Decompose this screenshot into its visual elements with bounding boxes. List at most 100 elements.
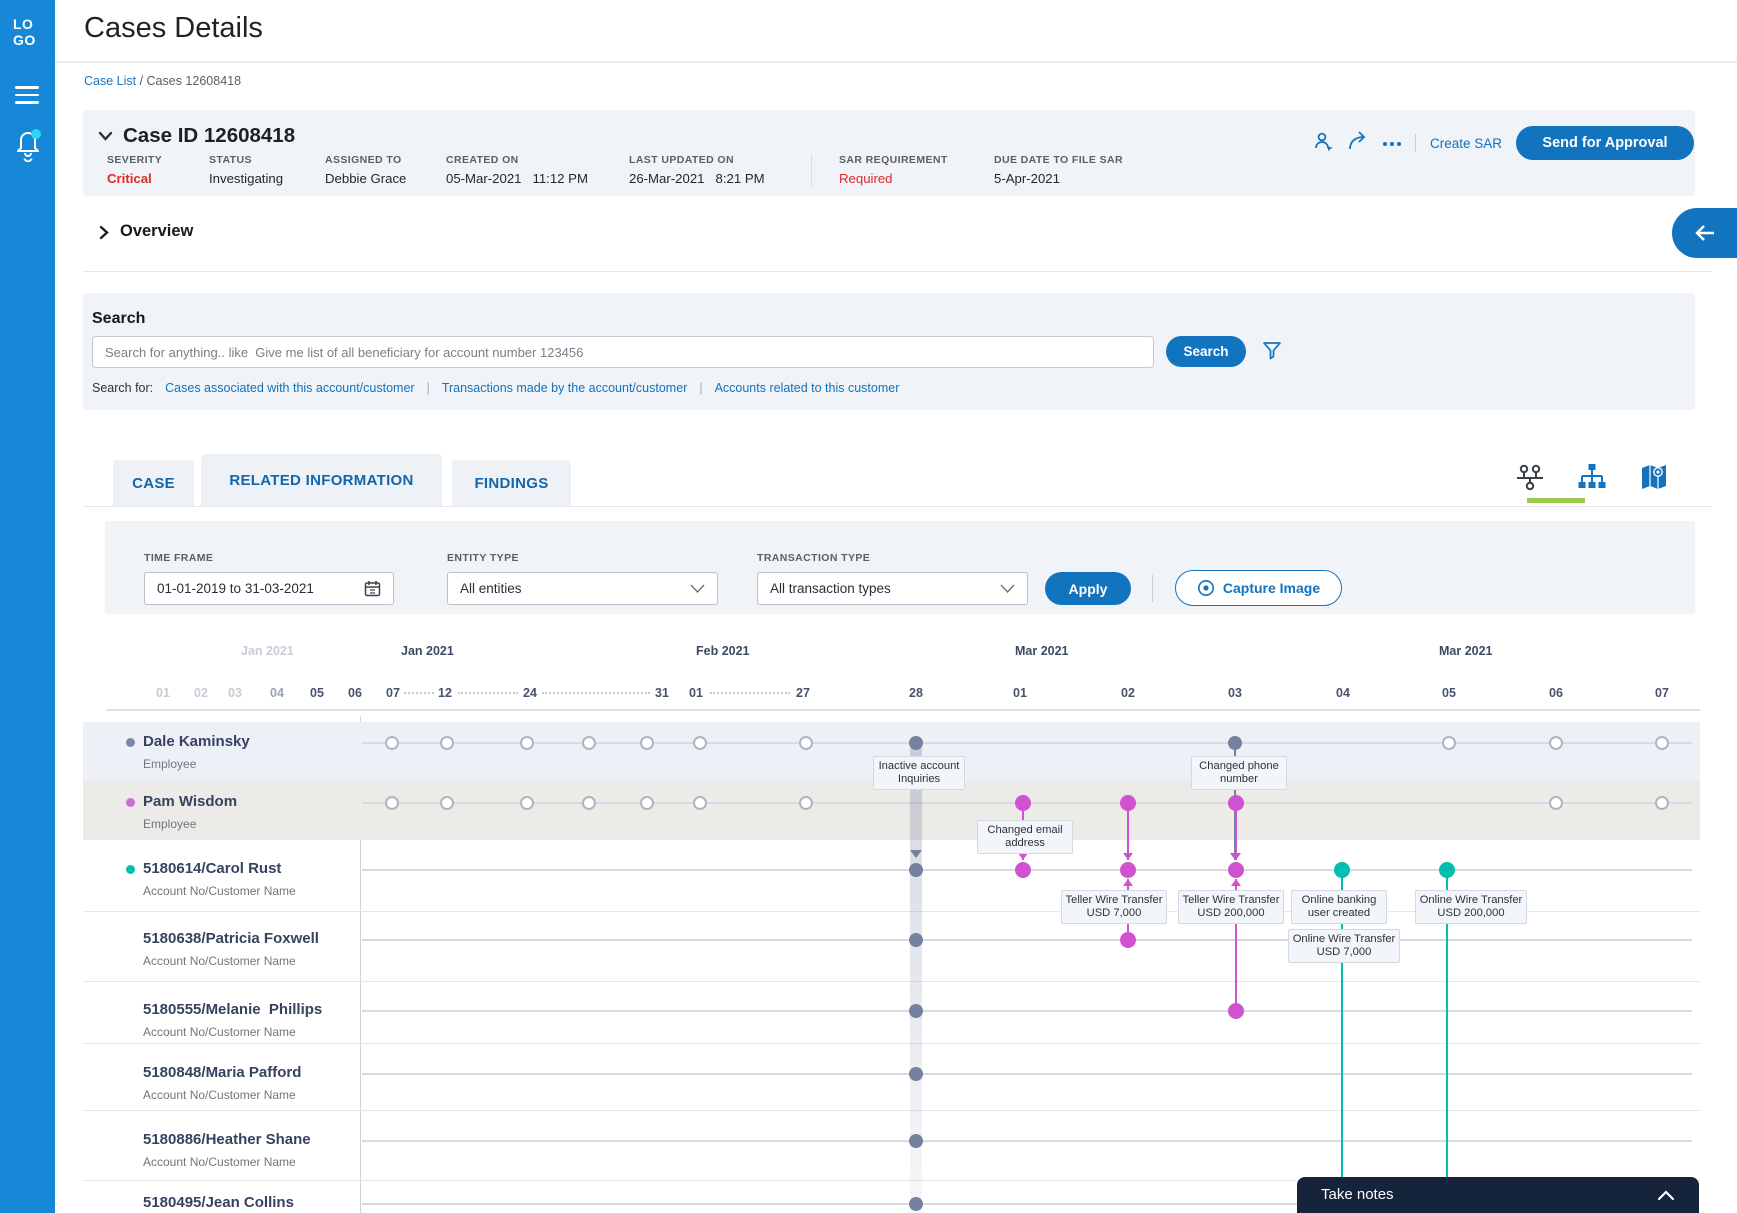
timeline-event-dot[interactable] (1334, 862, 1350, 878)
timeline-marker[interactable] (1655, 736, 1669, 750)
search-button[interactable]: Search (1166, 336, 1246, 367)
timeline-marker[interactable] (385, 736, 399, 750)
entity-name[interactable]: 5180638/Patricia Foxwell (143, 930, 319, 947)
search-link[interactable]: Cases associated with this account/custo… (165, 381, 414, 395)
timeline-event-label: Online Wire Transfer USD 7,000 (1288, 929, 1400, 963)
timeline-marker[interactable] (520, 736, 534, 750)
tab-related-information[interactable]: RELATED INFORMATION (201, 454, 442, 506)
case-field-value: Required (839, 171, 994, 186)
timeline-marker[interactable] (582, 796, 596, 810)
case-field: SAR REQUIREMENT Required (811, 154, 994, 186)
timeline-event-dot[interactable] (909, 1004, 923, 1018)
entity-type-select[interactable]: All entities (447, 572, 718, 605)
timeline-marker[interactable] (1442, 736, 1456, 750)
calendar-icon (364, 580, 381, 597)
app-logo[interactable]: LO GO (13, 16, 36, 48)
timeline-event-dot[interactable] (909, 1197, 923, 1211)
share-icon[interactable] (1341, 131, 1375, 156)
timeline-marker[interactable] (385, 796, 399, 810)
timeline-marker[interactable] (1549, 796, 1563, 810)
event-connector-line (1446, 875, 1448, 1213)
search-for-prefix: Search for: (92, 381, 153, 395)
timeline-event-dot[interactable] (1228, 862, 1244, 878)
case-field: SEVERITYCritical (107, 154, 209, 186)
timeline-event-dot[interactable] (1228, 1003, 1244, 1019)
entity-subtitle: Account No/Customer Name (143, 884, 296, 898)
timeline-marker[interactable] (640, 796, 654, 810)
entity-name[interactable]: 5180848/Maria Pafford (143, 1064, 301, 1081)
timeline-marker[interactable] (693, 796, 707, 810)
timeline-marker[interactable] (582, 736, 596, 750)
timeline-event-dot[interactable] (909, 1067, 923, 1081)
apply-button[interactable]: Apply (1045, 572, 1131, 605)
entity-name[interactable]: 5180614/Carol Rust (143, 860, 281, 877)
case-id-title: Case ID 12608418 (123, 124, 295, 148)
search-link[interactable]: Accounts related to this customer (715, 381, 900, 395)
entity-name[interactable]: Dale Kaminsky (143, 733, 250, 750)
timeline-view-icon[interactable] (1499, 461, 1561, 493)
timeline-event-dot[interactable] (1120, 932, 1136, 948)
tab-findings[interactable]: FINDINGS (452, 460, 571, 506)
axis-dotted-segment (710, 692, 790, 694)
breadcrumb-case-list-link[interactable]: Case List (84, 74, 136, 88)
hierarchy-view-icon[interactable] (1561, 461, 1623, 493)
capture-image-button[interactable]: Capture Image (1175, 570, 1342, 606)
timeline-event-dot[interactable] (1439, 862, 1455, 878)
time-frame-field[interactable]: 01-01-2019 to 31-03-2021 (144, 572, 394, 605)
timeline-marker[interactable] (693, 736, 707, 750)
arrow-down-icon (910, 850, 922, 858)
timeline-marker[interactable] (799, 796, 813, 810)
take-notes-bar[interactable]: Take notes (1297, 1177, 1699, 1213)
map-view-icon[interactable] (1623, 461, 1685, 493)
timeline-marker[interactable] (440, 736, 454, 750)
search-input[interactable] (92, 336, 1154, 368)
entity-subtitle: Account No/Customer Name (143, 1025, 296, 1039)
entity-name[interactable]: Pam Wisdom (143, 793, 237, 810)
timeline-event-dot[interactable] (909, 1134, 923, 1148)
case-field-label: SAR REQUIREMENT (839, 154, 994, 166)
create-sar-link[interactable]: Create SAR (1430, 136, 1502, 151)
transaction-type-select[interactable]: All transaction types (757, 572, 1028, 605)
expand-chevron-icon[interactable] (99, 225, 109, 240)
timeline-event-dot[interactable] (1120, 795, 1136, 811)
search-link[interactable]: Transactions made by the account/custome… (442, 381, 688, 395)
case-field-label: ASSIGNED TO (325, 154, 446, 166)
notifications-bell-icon[interactable] (12, 122, 44, 162)
timeline-event-dot[interactable] (1228, 736, 1242, 750)
case-field: CREATED ON05-Mar-2021 11:12 PM (446, 154, 629, 186)
timeline-marker[interactable] (1655, 796, 1669, 810)
send-for-approval-button[interactable]: Send for Approval (1516, 126, 1694, 160)
filter-funnel-icon[interactable] (1262, 341, 1282, 365)
timeline-marker[interactable] (440, 796, 454, 810)
timeline-event-dot[interactable] (1015, 795, 1031, 811)
collapse-panel-arrow-button[interactable] (1672, 208, 1737, 258)
more-options-icon[interactable] (1375, 134, 1409, 152)
axis-day-tick: 07 (1655, 686, 1669, 700)
timeline-marker[interactable] (520, 796, 534, 810)
logo-line2: GO (13, 32, 36, 48)
timeline-marker[interactable] (799, 736, 813, 750)
timeline-event-dot[interactable] (909, 863, 923, 877)
tab-case[interactable]: CASE (113, 460, 194, 506)
timeline-event-dot[interactable] (1120, 862, 1136, 878)
timeline-event-dot[interactable] (909, 736, 923, 750)
case-field-value: 5-Apr-2021 (994, 171, 1154, 186)
timeline-marker[interactable] (640, 736, 654, 750)
chevron-up-icon[interactable] (1657, 1190, 1675, 1201)
collapse-chevron-icon[interactable] (98, 131, 113, 141)
assign-user-icon[interactable] (1307, 131, 1341, 156)
timeline-event-dot[interactable] (1228, 795, 1244, 811)
timeline-event-dot[interactable] (909, 933, 923, 947)
entity-name[interactable]: 5180555/Melanie Phillips (143, 1001, 322, 1018)
overview-label: Overview (120, 222, 193, 241)
case-field: LAST UPDATED ON26-Mar-2021 8:21 PM (629, 154, 811, 186)
menu-icon[interactable] (15, 86, 39, 104)
time-frame-value: 01-01-2019 to 31-03-2021 (157, 581, 364, 596)
entity-name[interactable]: 5180495/Jean Collins (143, 1194, 294, 1211)
axis-day-tick: 24 (523, 686, 537, 700)
actions-divider (1415, 134, 1416, 152)
timeline-marker[interactable] (1549, 736, 1563, 750)
axis-month-label: Feb 2021 (696, 644, 750, 658)
timeline-event-dot[interactable] (1015, 862, 1031, 878)
entity-name[interactable]: 5180886/Heather Shane (143, 1131, 311, 1148)
